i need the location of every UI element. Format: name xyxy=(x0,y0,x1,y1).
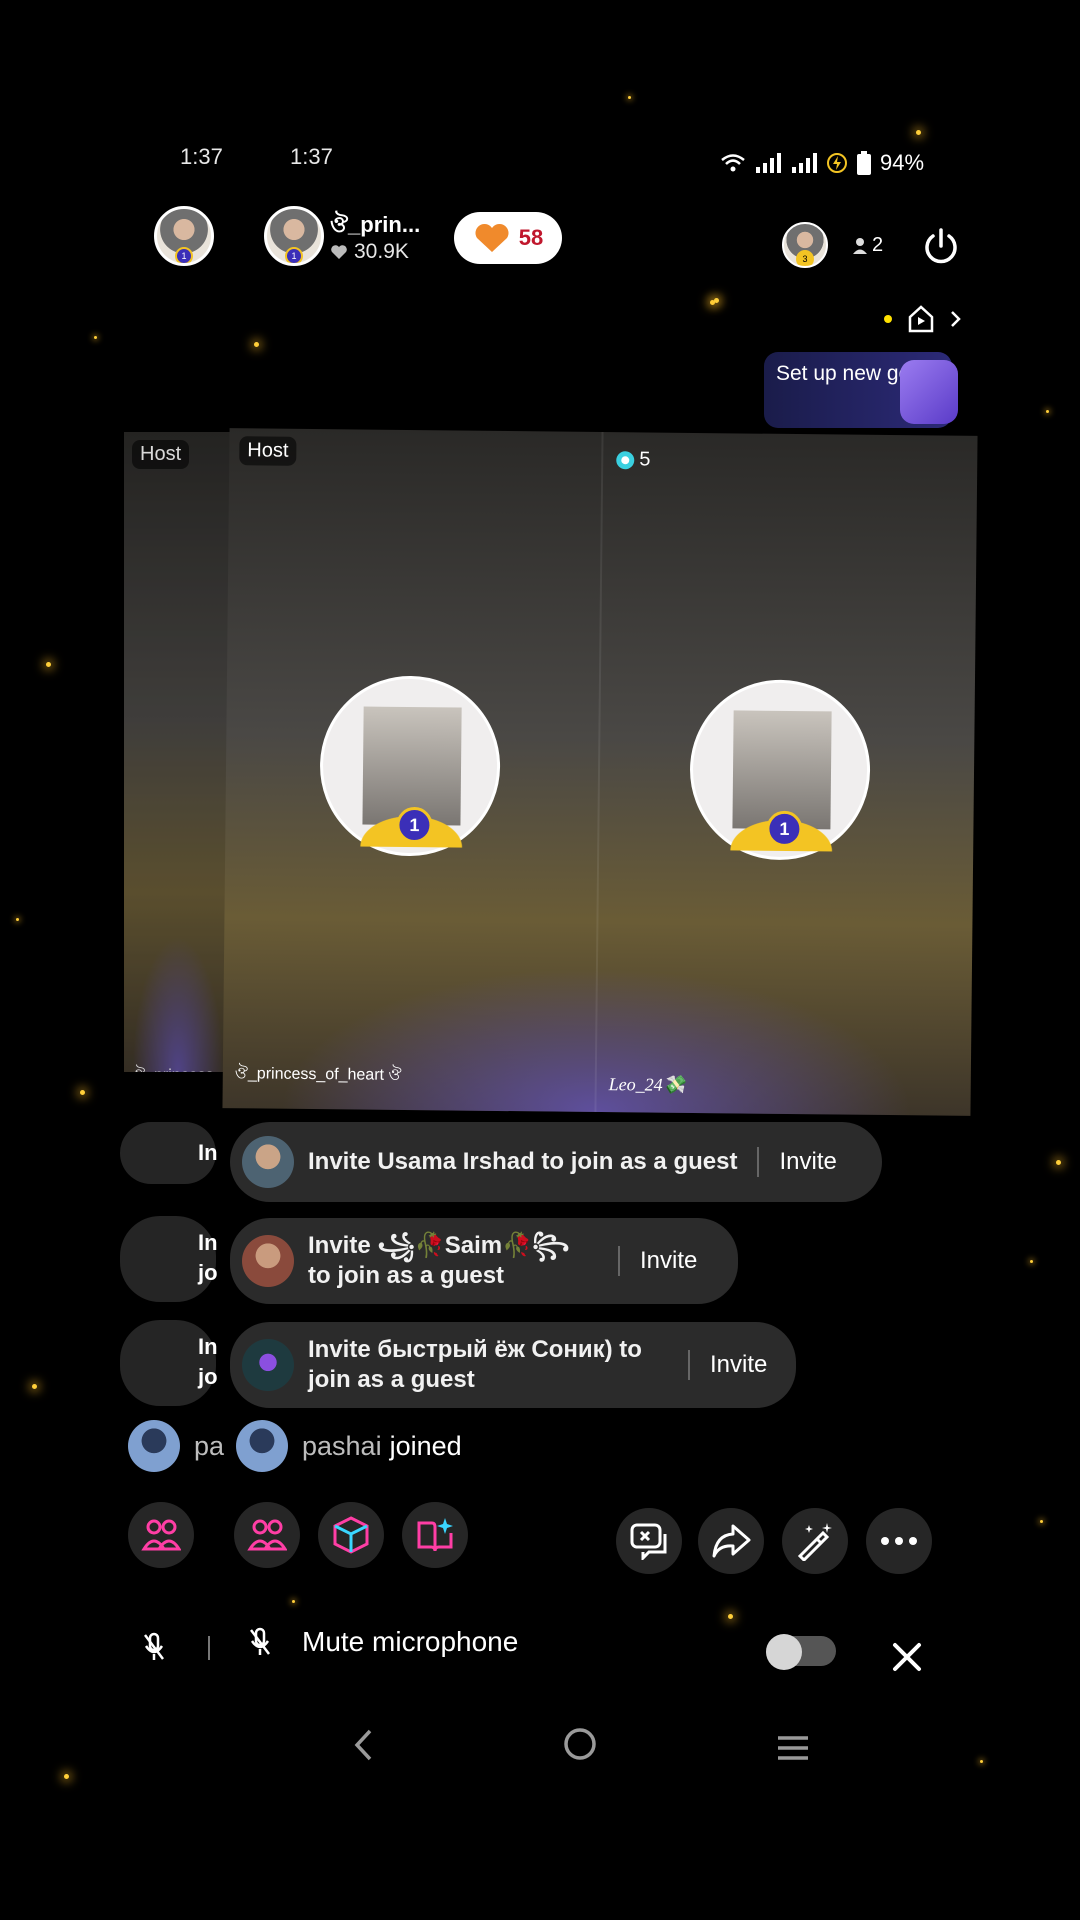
wifi-icon xyxy=(721,154,745,172)
toast-back-3: In jo xyxy=(120,1320,218,1406)
level-badge: 1 xyxy=(285,247,303,263)
invite-button[interactable]: Invite xyxy=(710,1351,793,1379)
mic-off-icon xyxy=(250,1627,270,1655)
mute-label: Mute microphone xyxy=(302,1626,519,1657)
toggle-knob xyxy=(766,1634,802,1670)
magic-wand-icon xyxy=(797,1523,832,1561)
stage-pane-back: Host ঔ_princess xyxy=(124,432,232,1072)
heart-icon xyxy=(475,223,509,252)
invite-toast: Invite быстрый ёж Соник) to join as a gu… xyxy=(230,1322,796,1408)
back-icon[interactable] xyxy=(352,1728,374,1762)
avatar xyxy=(242,1235,294,1287)
coin-count: 5 xyxy=(639,448,651,471)
invite-text: Invite быстрый ёж Соник) to join as a gu… xyxy=(308,1336,642,1393)
setup-goal-card[interactable]: Set up new goal xyxy=(764,352,958,428)
chevron-right-icon[interactable] xyxy=(950,310,962,328)
chat-icon xyxy=(630,1523,667,1560)
avatar xyxy=(242,1339,294,1391)
mute-toggle[interactable] xyxy=(766,1634,836,1670)
share-icon xyxy=(712,1524,751,1558)
like-count: 58 xyxy=(518,225,544,250)
effects-button[interactable] xyxy=(318,1502,384,1568)
level-badge: 1 xyxy=(175,247,193,263)
users-icon xyxy=(247,1519,287,1551)
separator xyxy=(757,1147,760,1177)
coin-counter[interactable]: 5 xyxy=(615,448,651,471)
avatar xyxy=(128,1420,180,1472)
power-icon[interactable] xyxy=(920,226,962,268)
status-time-back: 1:37 xyxy=(180,144,223,169)
home-icon[interactable] xyxy=(562,1726,598,1762)
status-time: 1:37 xyxy=(290,144,333,169)
status-icons: 94% xyxy=(720,150,924,176)
heart-icon xyxy=(331,245,347,259)
host-avatar[interactable]: 1 xyxy=(264,206,324,266)
guest-stage-avatar[interactable]: 1 xyxy=(689,678,871,861)
stage-pane[interactable]: Host 5 1 1 ঔ_princess_of_heart ঔ Leo_24💸 xyxy=(222,428,978,1116)
host-likes-value: 30.9K xyxy=(354,240,409,263)
more-icon xyxy=(881,1537,917,1545)
cube-icon xyxy=(333,1516,369,1554)
joined-message: pashai joined xyxy=(236,1420,462,1472)
host-avatar-back[interactable]: 1 xyxy=(154,206,214,266)
level-badge: 1 xyxy=(396,806,433,844)
battery-percent: 94% xyxy=(880,150,925,175)
pane-divider xyxy=(594,431,604,1112)
battery-saver-icon xyxy=(827,153,847,173)
joined-suffix: joined xyxy=(389,1430,462,1461)
mute-microphone-row[interactable]: Mute microphone xyxy=(248,1626,518,1658)
avatar xyxy=(236,1420,288,1472)
invite-toast: Invite ꧁🥀Saim🥀꧂ to join as a guest Invit… xyxy=(230,1218,738,1304)
level-badge: 1 xyxy=(766,810,803,848)
signal-icon-2 xyxy=(792,153,817,173)
invite-button[interactable]: Invite xyxy=(640,1247,723,1275)
signal-icon xyxy=(756,153,781,173)
host-pane-name-back: ঔ_princess xyxy=(132,1062,214,1072)
separator xyxy=(618,1246,620,1276)
like-button[interactable]: 58 xyxy=(454,212,562,264)
separator xyxy=(208,1636,210,1660)
enhance-button[interactable] xyxy=(782,1508,848,1574)
toast-back-1: In xyxy=(120,1122,218,1184)
stories-button[interactable] xyxy=(402,1502,468,1568)
joined-username: pashai xyxy=(302,1430,382,1461)
host-pane-name: ঔ_princess_of_heart ঔ xyxy=(234,1065,402,1084)
live-controls-row xyxy=(884,304,962,334)
guests-button-back[interactable] xyxy=(128,1502,194,1568)
invite-text: Invite Usama Irshad to join as a guest xyxy=(308,1148,738,1175)
viewer-level-badge: 3 xyxy=(796,250,814,266)
system-nav-bar xyxy=(0,1726,1080,1786)
viewer-count-value: 2 xyxy=(872,234,884,256)
book-sparkle-icon xyxy=(417,1518,453,1552)
comment-settings-button[interactable] xyxy=(616,1508,682,1574)
guests-button[interactable] xyxy=(234,1502,300,1568)
share-button[interactable] xyxy=(698,1508,764,1574)
top-viewer-avatar[interactable]: 3 xyxy=(782,222,828,268)
coin-icon xyxy=(616,450,635,469)
battery-icon xyxy=(857,151,871,175)
more-button[interactable] xyxy=(866,1508,932,1574)
joined-back: pa xyxy=(128,1420,224,1472)
host-likes: 30.9K xyxy=(330,240,409,264)
host-stage-avatar[interactable]: 1 xyxy=(319,675,501,857)
close-icon[interactable] xyxy=(890,1640,924,1674)
separator xyxy=(688,1350,690,1380)
live-dot-icon xyxy=(884,315,892,323)
host-label: Host xyxy=(132,440,190,469)
invite-toast: Invite Usama Irshad to join as a guest I… xyxy=(230,1122,882,1202)
toast-back-2: In jo xyxy=(120,1216,218,1302)
guest-pane-name: Leo_24💸 xyxy=(608,1074,686,1095)
home-play-icon[interactable] xyxy=(906,304,936,334)
person-icon xyxy=(853,237,867,254)
avatar xyxy=(242,1136,294,1188)
target-icon xyxy=(900,360,958,424)
host-label: Host xyxy=(239,436,297,466)
recents-icon[interactable] xyxy=(776,1734,810,1762)
invite-button[interactable]: Invite xyxy=(779,1148,862,1176)
users-icon xyxy=(141,1519,181,1551)
mic-off-icon-back xyxy=(144,1632,164,1660)
invite-text: Invite ꧁🥀Saim🥀꧂ to join as a guest xyxy=(308,1232,570,1289)
viewer-count[interactable]: 2 xyxy=(852,234,883,257)
